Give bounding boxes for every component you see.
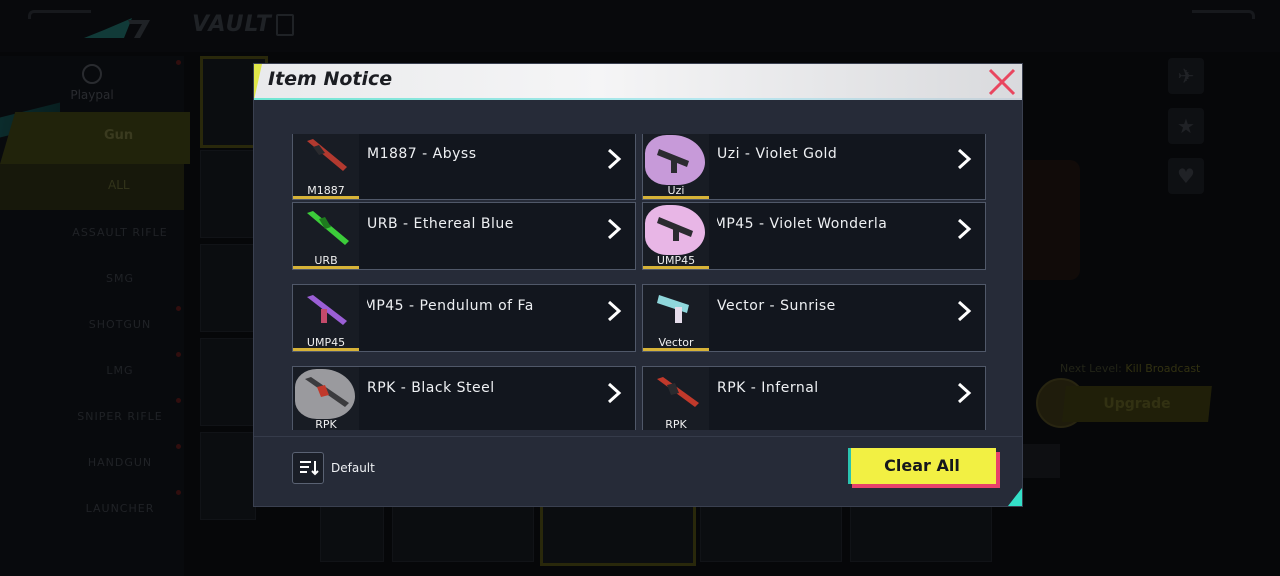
footer-divider (254, 436, 1022, 437)
item-thumbnail: M1887 (293, 134, 359, 199)
smg-icon (657, 217, 693, 241)
item-thumb-label: RPK (665, 418, 687, 430)
close-x-icon[interactable] (986, 66, 1018, 98)
item-name: UMP45 - Pendulum of Fa (367, 298, 534, 314)
item-thumbnail: UMP45 (293, 285, 359, 351)
sort-button[interactable] (292, 452, 324, 484)
lmg-icon (305, 377, 349, 407)
rarity-bar (643, 196, 709, 199)
list-item-m1887-abyss[interactable]: M1887 M1887 - Abyss (292, 134, 636, 200)
chevron-right-icon[interactable] (955, 299, 973, 323)
rarity-bar (643, 348, 709, 351)
item-name: M1887 - Abyss (367, 146, 477, 162)
rifle-icon (307, 211, 349, 245)
smg-icon (657, 149, 689, 173)
smg-icon (307, 295, 347, 325)
shotgun-icon (307, 139, 347, 171)
item-thumb-label: RPK (315, 418, 337, 430)
list-item-urb-ethereal-blue[interactable]: URB URB - Ethereal Blue (292, 202, 636, 270)
lmg-icon (657, 377, 699, 407)
rarity-bar (293, 348, 359, 351)
item-name: UMP45 - Violet Wonderla (717, 216, 888, 232)
item-name: Uzi - Violet Gold (717, 146, 838, 162)
rarity-bar (643, 266, 709, 269)
item-notice-dialog: Item Notice M1887 M1887 - Abyss Uzi Uzi … (254, 64, 1022, 506)
list-item-ump45-violet-wonderland[interactable]: UMP45 UMP45 - Violet Wonderla (642, 202, 986, 270)
clear-all-label: Clear All (884, 456, 960, 475)
list-item-uzi-violet-gold[interactable]: Uzi Uzi - Violet Gold (642, 134, 986, 200)
dialog-header: Item Notice (254, 64, 1022, 100)
item-thumbnail: Uzi (643, 134, 709, 199)
chevron-right-icon[interactable] (605, 217, 623, 241)
header-accent (254, 64, 262, 100)
chevron-right-icon[interactable] (605, 147, 623, 171)
item-name: Vector - Sunrise (717, 298, 836, 314)
smg-icon (657, 295, 689, 323)
chevron-right-icon[interactable] (605, 299, 623, 323)
dialog-title: Item Notice (268, 68, 393, 90)
item-thumbnail: RPK (643, 367, 709, 430)
item-name: RPK - Black Steel (367, 380, 495, 396)
chevron-right-icon[interactable] (955, 381, 973, 405)
item-thumbnail: Vector (643, 285, 709, 351)
sort-label: Default (331, 461, 375, 475)
list-item-rpk-black-steel[interactable]: RPK RPK - Black Steel (292, 366, 636, 430)
chevron-right-icon[interactable] (605, 381, 623, 405)
item-list[interactable]: M1887 M1887 - Abyss Uzi Uzi - Violet Gol… (292, 134, 992, 430)
sort-icon (300, 461, 319, 476)
clear-all-button[interactable]: Clear All (848, 448, 1000, 488)
item-thumbnail: RPK (293, 367, 359, 430)
rarity-bar (293, 266, 359, 269)
list-item-vector-sunrise[interactable]: Vector Vector - Sunrise (642, 284, 986, 352)
rarity-bar (293, 196, 359, 199)
list-item-ump45-pendulum[interactable]: UMP45 UMP45 - Pendulum of Fa (292, 284, 636, 352)
chevron-right-icon[interactable] (955, 217, 973, 241)
item-thumbnail: URB (293, 203, 359, 269)
chevron-right-icon[interactable] (955, 147, 973, 171)
item-name: URB - Ethereal Blue (367, 216, 514, 232)
list-item-rpk-infernal[interactable]: RPK RPK - Infernal (642, 366, 986, 430)
item-thumbnail: UMP45 (643, 203, 709, 269)
item-name: RPK - Infernal (717, 380, 819, 396)
